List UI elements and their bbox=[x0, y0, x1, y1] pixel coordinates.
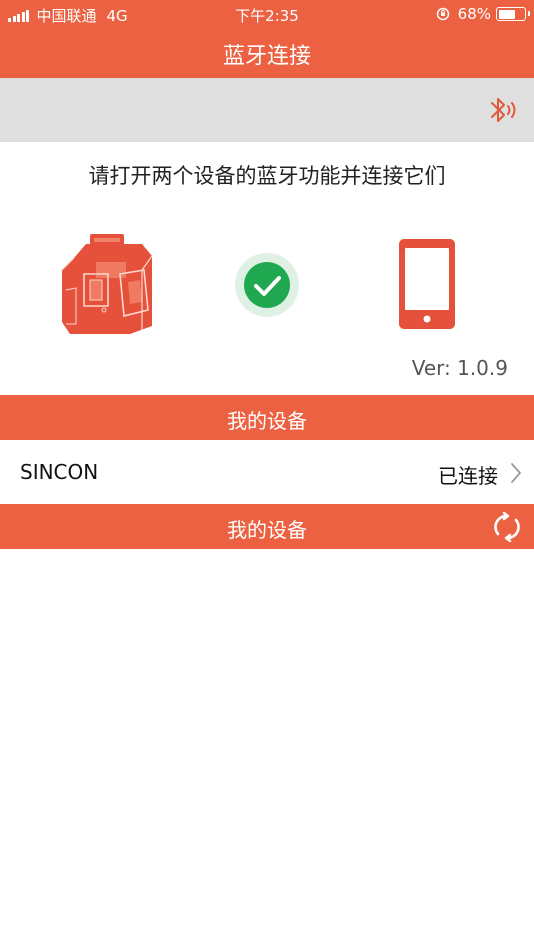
battery-percent: 68% bbox=[457, 5, 491, 23]
section-title: 我的设备 bbox=[227, 518, 307, 542]
bluetooth-icon[interactable] bbox=[484, 95, 518, 125]
status-right: 68% bbox=[436, 5, 530, 23]
screen: 中国联通 4G 下午2:35 68% 蓝牙连接 请打开两个设备的蓝牙功能并连接它… bbox=[0, 0, 534, 950]
nav-bar: 蓝牙连接 bbox=[0, 28, 534, 78]
refresh-icon[interactable] bbox=[492, 512, 522, 542]
section-title: 我的设备 bbox=[227, 409, 307, 433]
battery-icon bbox=[496, 7, 530, 21]
status-bar: 中国联通 4G 下午2:35 68% bbox=[0, 0, 534, 28]
section-header-available-devices: 我的设备 bbox=[0, 504, 534, 549]
section-header-my-devices: 我的设备 bbox=[0, 395, 534, 440]
device-row-sincon[interactable]: SINCON 已连接 bbox=[0, 440, 534, 504]
check-icon bbox=[235, 253, 299, 317]
device-status: 已连接 bbox=[438, 464, 498, 488]
chevron-right-icon bbox=[511, 463, 521, 483]
phone-icon bbox=[399, 239, 455, 329]
app-version: Ver: 1.0.9 bbox=[411, 356, 508, 380]
bluetooth-toolbar bbox=[0, 78, 534, 142]
page-title: 蓝牙连接 bbox=[222, 44, 311, 69]
device-name: SINCON bbox=[20, 460, 99, 484]
rotation-lock-icon bbox=[436, 7, 449, 21]
laser-level-device-icon bbox=[61, 234, 153, 334]
instruction-text: 请打开两个设备的蓝牙功能并连接它们 bbox=[88, 164, 446, 188]
